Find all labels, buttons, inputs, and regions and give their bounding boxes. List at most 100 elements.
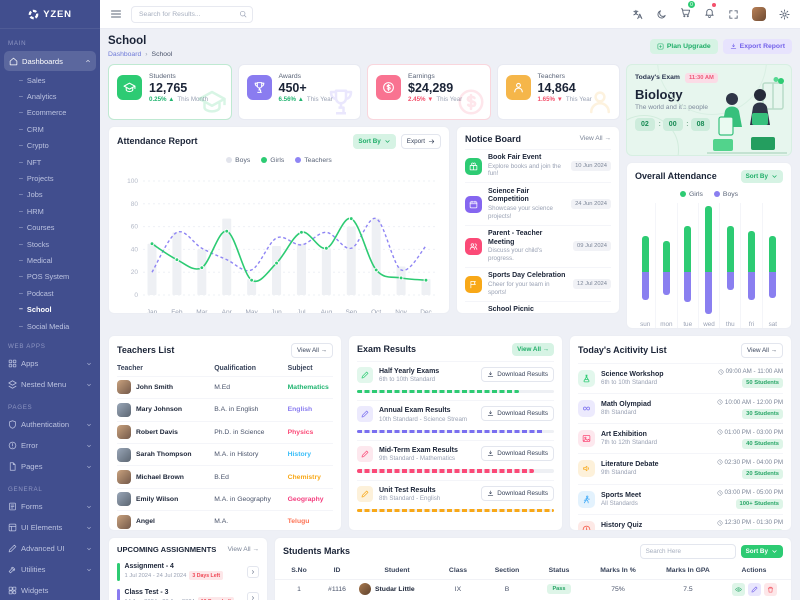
teachers-view-all-button[interactable]: View All → bbox=[291, 343, 333, 358]
sidebar-item[interactable]: – Sales bbox=[0, 72, 100, 88]
sidebar-item[interactable]: Web Apps bbox=[0, 339, 100, 353]
brand-logo-icon bbox=[28, 9, 39, 20]
sidebar-item[interactable]: Apps bbox=[0, 353, 100, 374]
sidebar-item[interactable]: – Stocks bbox=[0, 236, 100, 252]
sidebar-item[interactable]: – Crypto bbox=[0, 138, 100, 154]
result-progress-track bbox=[357, 469, 554, 473]
notice-list: Book Fair Event Explore books and join t… bbox=[457, 149, 619, 314]
download-results-button[interactable]: Download Results bbox=[481, 406, 554, 421]
fullscreen-icon[interactable] bbox=[728, 9, 739, 20]
stat-card: Students 12,765 0.25% ▲ This Month bbox=[108, 64, 232, 120]
notification-dot bbox=[712, 3, 716, 7]
overall-sort-button[interactable]: Sort By bbox=[741, 170, 783, 183]
attendance-export-button[interactable]: Export bbox=[401, 134, 441, 149]
sidebar-item[interactable]: Error bbox=[0, 435, 100, 456]
search-input[interactable] bbox=[137, 10, 239, 19]
sidebar-item[interactable]: UI Elements bbox=[0, 517, 100, 538]
sidebar-item-label: HRM bbox=[27, 207, 44, 216]
download-results-button[interactable]: Download Results bbox=[481, 486, 554, 501]
attendance-sort-button[interactable]: Sort By bbox=[353, 134, 395, 149]
notice-icon bbox=[465, 276, 482, 293]
sidebar-item[interactable]: – Courses bbox=[0, 220, 100, 236]
sidebar-item[interactable]: Nested Menu bbox=[0, 374, 100, 395]
chevron-icon bbox=[86, 525, 92, 531]
students-search-input[interactable] bbox=[640, 544, 736, 559]
sidebar-item-label: Ecommerce bbox=[27, 108, 66, 117]
view-action-button[interactable] bbox=[732, 583, 745, 596]
sidebar-item[interactable]: General bbox=[0, 482, 100, 496]
svg-text:Apr: Apr bbox=[222, 309, 233, 314]
sidebar-item[interactable]: – Jobs bbox=[0, 187, 100, 203]
sidebar-item[interactable]: Forms bbox=[0, 496, 100, 517]
notice-item[interactable]: School Picnic Announcement Enjoy outdoor… bbox=[465, 301, 611, 314]
settings-gear-icon[interactable] bbox=[779, 9, 790, 20]
chevron-icon bbox=[86, 241, 92, 247]
exam-pencil-icon bbox=[357, 406, 373, 422]
plan-upgrade-button[interactable]: Plan Upgrade bbox=[650, 39, 718, 54]
sidebar-item[interactable]: Widgets bbox=[0, 580, 100, 600]
assignment-open-button[interactable] bbox=[247, 566, 259, 578]
sidebar-item[interactable]: – Projects bbox=[0, 170, 100, 186]
dash-bullet: – bbox=[19, 224, 23, 231]
sidebar-item[interactable]: – Medical bbox=[0, 252, 100, 268]
svg-text:Jan: Jan bbox=[147, 309, 158, 314]
sidebar-item[interactable]: – School bbox=[0, 301, 100, 317]
dash-bullet: – bbox=[19, 306, 23, 313]
notice-item[interactable]: Science Fair Competition Showcase your s… bbox=[465, 182, 611, 224]
assignments-view-all-link[interactable]: View All → bbox=[228, 546, 259, 553]
notice-item[interactable]: Sports Day Celebration Cheer for your te… bbox=[465, 267, 611, 301]
notifications-button[interactable] bbox=[704, 5, 715, 23]
sidebar-item[interactable]: Authentication bbox=[0, 414, 100, 435]
activity-item: Art Exhibition 7th to 12th Standard 01:0… bbox=[578, 423, 783, 453]
exam-results-view-all-button[interactable]: View All → bbox=[512, 343, 554, 356]
stat-icon bbox=[117, 75, 142, 100]
notice-desc: Cheer for your team in sports! bbox=[488, 281, 567, 297]
notice-item[interactable]: Book Fair Event Explore books and join t… bbox=[465, 149, 611, 183]
sidebar-item[interactable]: – Podcast bbox=[0, 285, 100, 301]
sidebar-item[interactable]: Main bbox=[0, 36, 100, 50]
sidebar-item[interactable]: – CRM bbox=[0, 121, 100, 137]
notice-view-all-link[interactable]: View All → bbox=[580, 135, 611, 142]
sidebar-item[interactable]: Pages bbox=[0, 400, 100, 414]
exam-illustration bbox=[705, 77, 789, 155]
assignment-open-button[interactable] bbox=[247, 592, 259, 600]
breadcrumb: Dashboard › School bbox=[108, 51, 172, 58]
sidebar-item[interactable]: – NFT bbox=[0, 154, 100, 170]
download-icon bbox=[487, 371, 494, 378]
sidebar-item[interactable]: Dashboards bbox=[4, 51, 96, 71]
pencil-icon bbox=[751, 586, 758, 593]
students-column-header: Marks In GPA bbox=[651, 567, 725, 574]
cart-button[interactable]: 0 bbox=[680, 5, 691, 23]
language-icon[interactable] bbox=[632, 9, 643, 20]
exam-result-subtitle: 8th Standard - English bbox=[379, 495, 440, 503]
sidebar-item[interactable]: – POS System bbox=[0, 269, 100, 285]
activity-view-all-button[interactable]: View All → bbox=[741, 343, 783, 358]
sidebar-item[interactable]: – Ecommerce bbox=[0, 105, 100, 121]
breadcrumb-root[interactable]: Dashboard bbox=[108, 51, 141, 58]
download-results-button[interactable]: Download Results bbox=[481, 367, 554, 382]
activity-students-badge: 30 Students bbox=[742, 409, 783, 419]
sidebar-item[interactable]: Pages bbox=[0, 456, 100, 477]
teacher-row: Angel M.A. Telugu bbox=[117, 510, 333, 531]
sidebar-item[interactable]: – Analytics bbox=[0, 88, 100, 104]
exam-pencil-icon bbox=[357, 486, 373, 502]
chevron-icon bbox=[86, 504, 92, 510]
download-results-button[interactable]: Download Results bbox=[481, 446, 554, 461]
students-sort-button[interactable]: Sort By bbox=[741, 545, 783, 558]
sidebar-item[interactable]: – Social Media bbox=[0, 318, 100, 334]
dark-mode-icon[interactable] bbox=[656, 9, 667, 20]
chevron-icon bbox=[86, 126, 92, 132]
user-avatar[interactable] bbox=[752, 7, 766, 21]
export-report-button[interactable]: Export Report bbox=[723, 39, 792, 54]
teacher-row: Mary Johnson B.A. in English English bbox=[117, 398, 333, 420]
notice-item[interactable]: Parent - Teacher Meeting Discuss your ch… bbox=[465, 225, 611, 267]
sidebar-item[interactable]: – HRM bbox=[0, 203, 100, 219]
page-header: School Dashboard › School Plan Upgrade E… bbox=[108, 35, 792, 58]
edit-action-button[interactable] bbox=[748, 583, 761, 596]
svg-text:Dec: Dec bbox=[420, 309, 432, 314]
sidebar-item[interactable]: Advanced UI bbox=[0, 538, 100, 559]
sidebar-item[interactable]: Utilities bbox=[0, 559, 100, 580]
menu-toggle-icon[interactable] bbox=[110, 8, 122, 20]
delete-action-button[interactable] bbox=[764, 583, 777, 596]
brand-logo[interactable]: YZEN bbox=[0, 0, 100, 29]
